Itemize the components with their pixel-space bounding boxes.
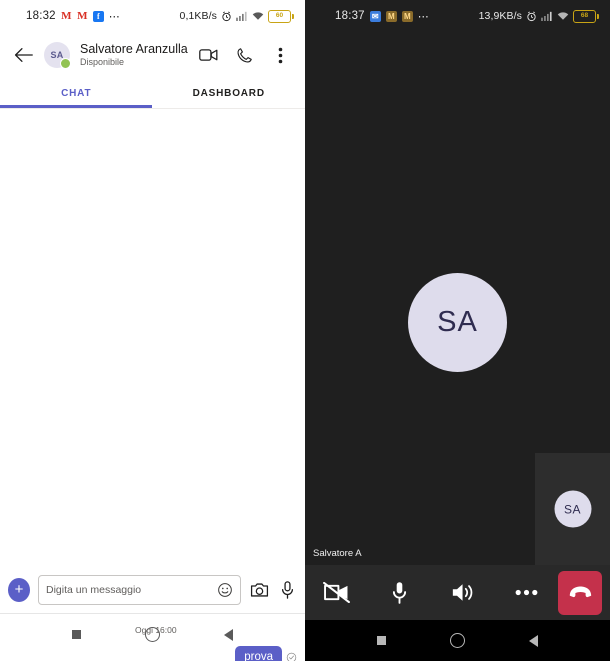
camera-button[interactable] bbox=[249, 580, 269, 600]
toggle-speaker-button[interactable] bbox=[432, 565, 495, 620]
alarm-icon bbox=[222, 11, 231, 21]
microphone-button[interactable] bbox=[277, 580, 297, 600]
gmail-icon: M bbox=[401, 10, 413, 22]
left-phone-screen: 18:32 M M f ⋯ 0,1KB/s 60 SA Salvatore Ar… bbox=[0, 0, 305, 661]
message-bubble-outgoing[interactable]: prova bbox=[235, 646, 282, 661]
microphone-icon bbox=[393, 582, 407, 604]
status-bar-right-group: 13,9KB/s 68 bbox=[478, 9, 602, 23]
audio-call-button[interactable] bbox=[233, 44, 255, 66]
right-phone-screen: 18:37 ✉ M M ⋯ 13,9KB/s 68 SA SA Salvator… bbox=[305, 0, 610, 661]
left-status-bar: 18:32 M M f ⋯ 0,1KB/s 60 bbox=[0, 0, 305, 32]
audio-call-icon bbox=[236, 47, 252, 63]
tab-dashboard[interactable]: DASHBOARD bbox=[153, 78, 306, 108]
caller-name-label: Salvatore A bbox=[313, 548, 362, 559]
message-input[interactable]: Digita un messaggio bbox=[46, 584, 211, 596]
battery-icon: 68 bbox=[573, 9, 599, 23]
signal-icon bbox=[236, 11, 247, 21]
compose-bar: + Digita un messaggio bbox=[0, 567, 305, 613]
hangup-icon bbox=[569, 586, 591, 598]
gmail-icon: M bbox=[61, 9, 72, 22]
overflow-dots-icon: ⋯ bbox=[108, 10, 121, 23]
network-speed: 13,9KB/s bbox=[478, 10, 522, 22]
presence-badge-icon bbox=[60, 58, 71, 69]
speaker-icon bbox=[452, 584, 473, 601]
call-controls-bar bbox=[305, 565, 610, 620]
app-icon: ✉ bbox=[369, 10, 381, 22]
overflow-dots-icon: ⋯ bbox=[417, 10, 430, 23]
gmail-icon: M bbox=[77, 9, 88, 22]
end-call-button[interactable] bbox=[558, 570, 602, 615]
toggle-microphone-button[interactable] bbox=[368, 565, 431, 620]
video-off-icon bbox=[323, 582, 351, 603]
self-view-initials: SA bbox=[563, 502, 581, 516]
facebook-icon: f bbox=[92, 10, 104, 22]
status-bar-left-group: 18:32 M M f ⋯ bbox=[8, 10, 121, 23]
presence-status-text: Disponibile bbox=[80, 57, 125, 67]
chat-tabs: CHAT DASHBOARD bbox=[0, 78, 305, 108]
conversation-area: Oggi 16:00 prova bbox=[0, 109, 305, 661]
home-circle-icon[interactable] bbox=[450, 633, 465, 648]
more-call-options-button[interactable] bbox=[495, 565, 558, 620]
network-speed: 0,1KB/s bbox=[179, 10, 217, 22]
day-divider: Oggi 16:00 bbox=[135, 625, 177, 635]
right-status-bar: 18:37 ✉ M M ⋯ 13,9KB/s 68 bbox=[305, 0, 610, 32]
right-android-nav-bar bbox=[305, 620, 610, 661]
alarm-icon bbox=[527, 11, 536, 21]
add-attachment-button[interactable]: + bbox=[8, 578, 30, 602]
back-triangle-icon[interactable] bbox=[529, 634, 538, 647]
status-time: 18:32 bbox=[26, 10, 56, 22]
back-triangle-icon[interactable] bbox=[224, 628, 233, 641]
avatar[interactable]: SA bbox=[44, 42, 71, 69]
remote-avatar-initials: SA bbox=[437, 306, 478, 338]
header-actions bbox=[197, 44, 295, 66]
battery-level: 68 bbox=[580, 11, 589, 19]
message-row: prova bbox=[235, 646, 297, 661]
video-call-button[interactable] bbox=[197, 44, 219, 66]
more-options-icon bbox=[515, 589, 538, 596]
more-options-icon bbox=[278, 47, 282, 63]
message-input-wrapper[interactable]: Digita un messaggio bbox=[38, 575, 241, 605]
signal-icon bbox=[541, 11, 552, 21]
chat-header: SA Salvatore Aranzulla Disponibile bbox=[0, 32, 305, 78]
microphone-icon bbox=[281, 581, 293, 599]
gmail-icon: M bbox=[385, 10, 397, 22]
recents-square-icon[interactable] bbox=[72, 630, 81, 639]
toggle-video-button[interactable] bbox=[305, 565, 368, 620]
call-stage: SA SA Salvatore A bbox=[305, 32, 610, 565]
back-button[interactable] bbox=[10, 42, 36, 68]
more-options-button[interactable] bbox=[269, 44, 291, 66]
self-view-avatar: SA bbox=[554, 490, 591, 528]
tab-chat[interactable]: CHAT bbox=[0, 78, 153, 108]
recents-square-icon[interactable] bbox=[377, 636, 386, 645]
battery-level: 60 bbox=[275, 11, 284, 19]
remote-participant-avatar: SA bbox=[408, 273, 507, 372]
status-bar-right-group: 0,1KB/s 60 bbox=[179, 9, 297, 23]
wifi-icon bbox=[557, 12, 569, 20]
video-call-icon bbox=[198, 49, 217, 61]
wifi-icon bbox=[252, 12, 264, 20]
active-tab-indicator bbox=[0, 105, 152, 108]
contact-info[interactable]: Salvatore Aranzulla Disponibile bbox=[78, 42, 189, 68]
emoji-icon[interactable] bbox=[217, 582, 233, 598]
camera-icon bbox=[250, 583, 268, 597]
status-time: 18:37 bbox=[335, 10, 365, 22]
message-sent-icon bbox=[286, 652, 297, 661]
back-arrow-icon bbox=[14, 47, 33, 63]
battery-icon: 60 bbox=[268, 9, 294, 23]
contact-name: Salvatore Aranzulla bbox=[80, 42, 188, 56]
end-call-button-wrapper[interactable] bbox=[558, 565, 610, 620]
status-bar-left-group: 18:37 ✉ M M ⋯ bbox=[313, 10, 430, 23]
self-view-pip[interactable]: SA bbox=[535, 453, 610, 565]
